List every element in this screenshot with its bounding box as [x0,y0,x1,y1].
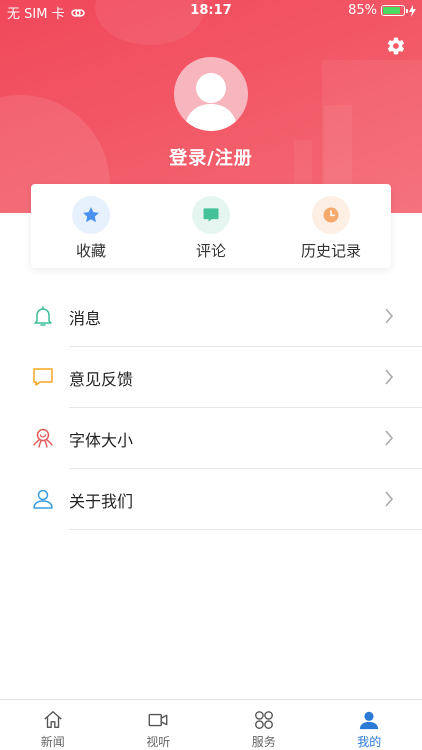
grid-icon [254,711,273,729]
status-bar: 无 SIM 卡 18:17 85% [0,0,422,22]
bell-icon [34,306,52,326]
about-user-icon [33,489,53,509]
tab-label-news: 新闻 [40,735,65,749]
person-icon [360,711,379,730]
gear-icon[interactable] [386,36,406,56]
tab-label-services: 服务 [251,735,276,749]
chevron-right-icon [385,491,394,507]
charging-icon [409,4,416,17]
battery-percent: 85% [348,3,377,18]
chevron-right-icon [385,369,394,385]
history-icon-circle [312,196,350,234]
avatar[interactable] [174,57,248,131]
status-right: 85% [348,3,416,18]
comments-icon-circle [192,196,230,234]
menu-label-about-us: 关于我们 [69,492,134,511]
menu-item-messages[interactable]: 消息 [0,286,422,347]
chevron-right-icon [385,430,394,446]
menu-item-about-us[interactable]: 关于我们 [0,469,422,530]
history-label: 历史记录 [300,242,361,260]
menu-item-feedback[interactable]: 意见反馈 [0,347,422,408]
quick-actions-card: 收藏 评论 历史记录 [31,184,391,268]
comments-label: 评论 [195,242,226,260]
settings-menu: 消息 意见反馈 字体大小 关于我们 [0,286,422,530]
menu-label-messages: 消息 [69,309,102,328]
battery-icon [381,5,408,16]
comment-icon [203,208,219,222]
tab-label-video: 视听 [146,735,171,749]
tab-news[interactable]: 新闻 [0,700,106,750]
tab-mine[interactable]: 我的 [317,700,422,750]
bottom-tab-bar: 新闻 视听 服务 我的 [0,699,422,750]
clock-icon [323,207,339,223]
favorites-label: 收藏 [75,242,106,260]
login-register-link[interactable]: 登录/注册 [0,144,422,170]
font-size-icon [33,428,53,448]
tab-label-mine: 我的 [357,735,382,749]
star-icon [83,207,99,223]
tab-services[interactable]: 服务 [211,700,317,750]
favorites-button[interactable]: 收藏 [31,184,151,268]
home-icon [44,711,62,729]
comments-button[interactable]: 评论 [151,184,271,268]
user-avatar-icon [184,73,238,131]
divider [69,529,422,530]
battery-fill [383,7,400,14]
feedback-icon [33,368,53,386]
chevron-right-icon [385,308,394,324]
video-icon [148,713,168,727]
profile-header: 无 SIM 卡 18:17 85% 登录/注册 [0,0,422,213]
favorites-icon-circle [72,196,110,234]
menu-label-font-size: 字体大小 [69,431,134,450]
tab-video[interactable]: 视听 [106,700,212,750]
menu-label-feedback: 意见反馈 [69,370,134,389]
history-button[interactable]: 历史记录 [271,184,391,268]
menu-item-font-size[interactable]: 字体大小 [0,408,422,469]
